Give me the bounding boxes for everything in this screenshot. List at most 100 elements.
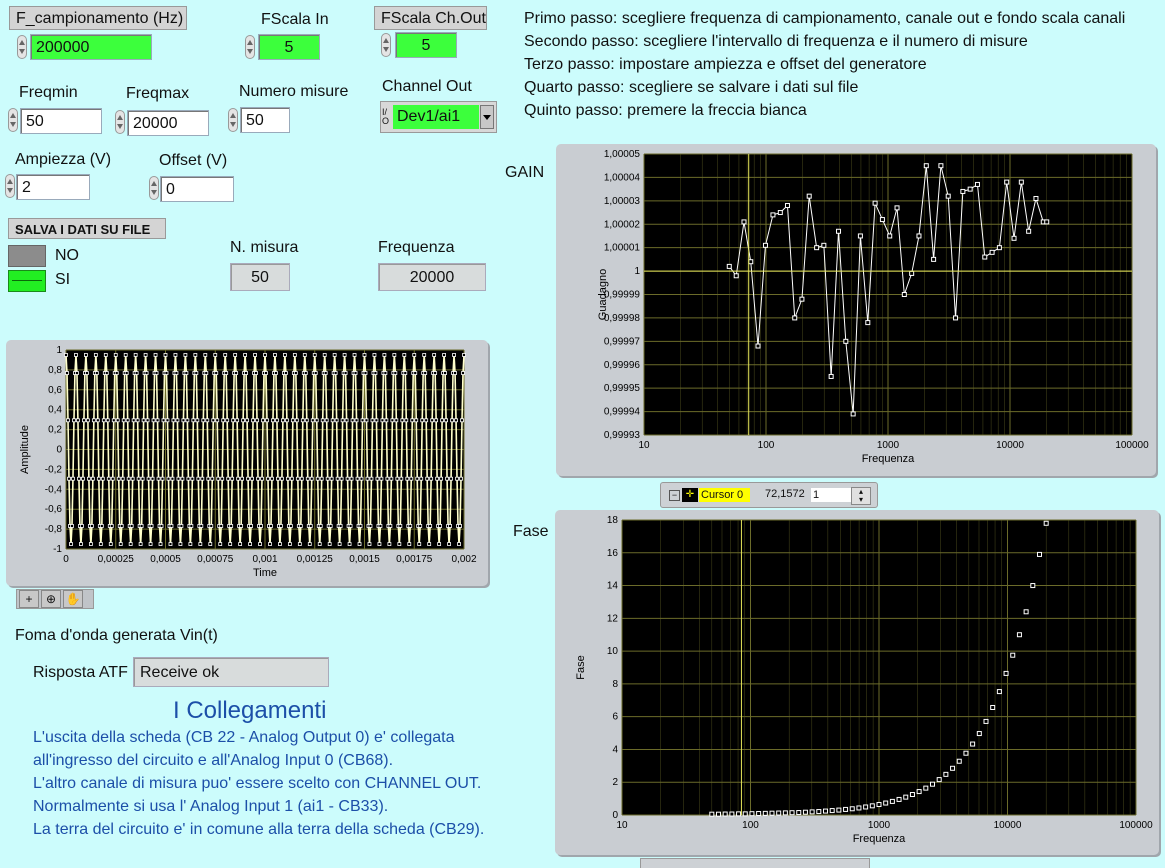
nmisure-field[interactable]: 50 — [240, 107, 290, 133]
waveform-point — [402, 353, 407, 357]
waveform-point — [269, 524, 273, 528]
cursor-tool-icon[interactable]: + — [19, 590, 39, 608]
waveform-point — [65, 371, 69, 375]
offset-stepper[interactable] — [149, 176, 159, 200]
waveform-point — [303, 371, 308, 375]
phase-point — [963, 750, 969, 756]
waveform-point — [442, 353, 447, 357]
channel-select[interactable]: I/O Dev1/ai1 — [380, 101, 497, 133]
phase-point — [869, 803, 875, 809]
channel-value: Dev1/ai1 — [393, 105, 479, 129]
phase-point — [836, 807, 842, 813]
waveform-point — [399, 476, 404, 481]
waveform-point — [115, 418, 120, 423]
waveform-point — [440, 418, 445, 423]
waveform-point — [229, 524, 234, 528]
waveform-point — [215, 418, 220, 423]
waveform-point — [375, 476, 380, 481]
waveform-point — [89, 524, 94, 528]
channel-label: Channel Out — [382, 78, 472, 95]
collapse-icon[interactable]: − — [669, 490, 680, 501]
waveform-point — [109, 524, 114, 528]
waveform-point — [82, 418, 86, 423]
fscala-in-field[interactable]: 5 — [258, 34, 320, 60]
waveform-point — [439, 476, 444, 481]
waveform-point — [347, 542, 352, 546]
freqmax-stepper[interactable] — [115, 110, 125, 134]
phase-point — [1003, 670, 1009, 676]
fscala-out-stepper[interactable] — [381, 33, 391, 57]
y-tick-label: 0,99994 — [604, 407, 641, 418]
waveform-point — [335, 476, 340, 481]
waveform-point — [281, 418, 285, 423]
cursor-scroll-icon[interactable]: ▴ ▾ — [851, 487, 871, 505]
phase-point — [802, 809, 808, 815]
waveform-point — [447, 542, 451, 546]
phase-point — [956, 758, 962, 764]
y-tick-label: 1 — [56, 345, 62, 356]
waveform-point — [233, 353, 238, 357]
waveform-point — [188, 542, 193, 546]
waveform-point — [165, 418, 170, 423]
waveform-point — [323, 371, 328, 375]
waveform-point — [453, 371, 457, 375]
waveform-point — [390, 418, 395, 423]
freqmin-stepper[interactable] — [8, 108, 18, 132]
phase-point — [876, 802, 882, 808]
waveform-point — [241, 418, 246, 423]
ampiezza-field[interactable]: 2 — [16, 174, 90, 200]
phase-chart[interactable]: 10 100 1000 10000 100000 18 16 14 12 10 8 6 4 2 0 Frequ… — [555, 510, 1159, 855]
waveform-point — [397, 542, 402, 546]
waveform-point — [193, 353, 198, 357]
waveform-point — [394, 418, 399, 423]
fscala-out-field[interactable]: 5 — [395, 32, 457, 58]
waveform-point — [166, 476, 171, 481]
freqmin-field[interactable]: 50 — [20, 108, 102, 134]
waveform-point — [179, 524, 184, 528]
offset-field[interactable]: 0 — [160, 176, 234, 202]
gain-point — [901, 292, 907, 297]
gain-point — [945, 193, 951, 199]
waveform-point — [190, 476, 195, 481]
gain-label: GAIN — [505, 164, 545, 181]
waveform-point — [95, 418, 100, 423]
waveform-point — [308, 524, 313, 528]
nmisura-label: N. misura — [230, 239, 299, 256]
f-camp-field[interactable]: 200000 — [30, 34, 152, 60]
freqmax-field[interactable]: 20000 — [127, 110, 209, 136]
waveform-point — [460, 418, 464, 423]
waveform-point — [72, 418, 76, 423]
waveform-point — [332, 353, 337, 357]
phase-point — [883, 800, 889, 806]
waveform-point — [151, 418, 156, 423]
fscala-in-label: FScala In — [261, 11, 329, 28]
waveform-point — [317, 542, 322, 546]
waveform-point — [443, 371, 447, 375]
salva-no-button[interactable] — [8, 245, 46, 267]
cursor-legend[interactable]: − ✛ Cursor 0 72,1572 1 ▴ ▾ — [660, 482, 878, 508]
waveform-point — [374, 418, 379, 423]
waveform-point — [352, 353, 357, 357]
risposta-indicator: Receive ok — [133, 657, 329, 687]
f-camp-stepper[interactable] — [17, 35, 27, 59]
phase-cursor-legend[interactable] — [640, 858, 870, 868]
waveform-point — [223, 353, 228, 357]
gain-point — [879, 217, 885, 223]
waveform-point — [363, 371, 368, 375]
fscala-in-stepper[interactable] — [245, 35, 255, 59]
gain-point — [1018, 179, 1024, 185]
nmisure-stepper[interactable] — [228, 108, 238, 132]
waveform-point — [146, 476, 151, 481]
pan-hand-icon[interactable]: ✋ — [63, 590, 83, 608]
zoom-icon[interactable]: ⊕ — [41, 590, 61, 608]
ampiezza-stepper[interactable] — [5, 174, 15, 198]
salva-si-button[interactable] — [8, 270, 46, 292]
chevron-down-icon[interactable] — [480, 105, 494, 129]
waveform-point — [185, 418, 190, 423]
gain-chart[interactable]: 10 100 1000 10000 100000 1,00005 1,00004 1,0000… — [556, 144, 1156, 476]
gain-point — [916, 233, 922, 239]
waveform-point — [314, 418, 319, 423]
phase-point — [863, 804, 869, 810]
waveform-chart[interactable]: 0 0,00025 0,0005 0,00075 0,001 0,00125 0,0015 0… — [6, 340, 488, 586]
waveform-point — [294, 418, 299, 423]
